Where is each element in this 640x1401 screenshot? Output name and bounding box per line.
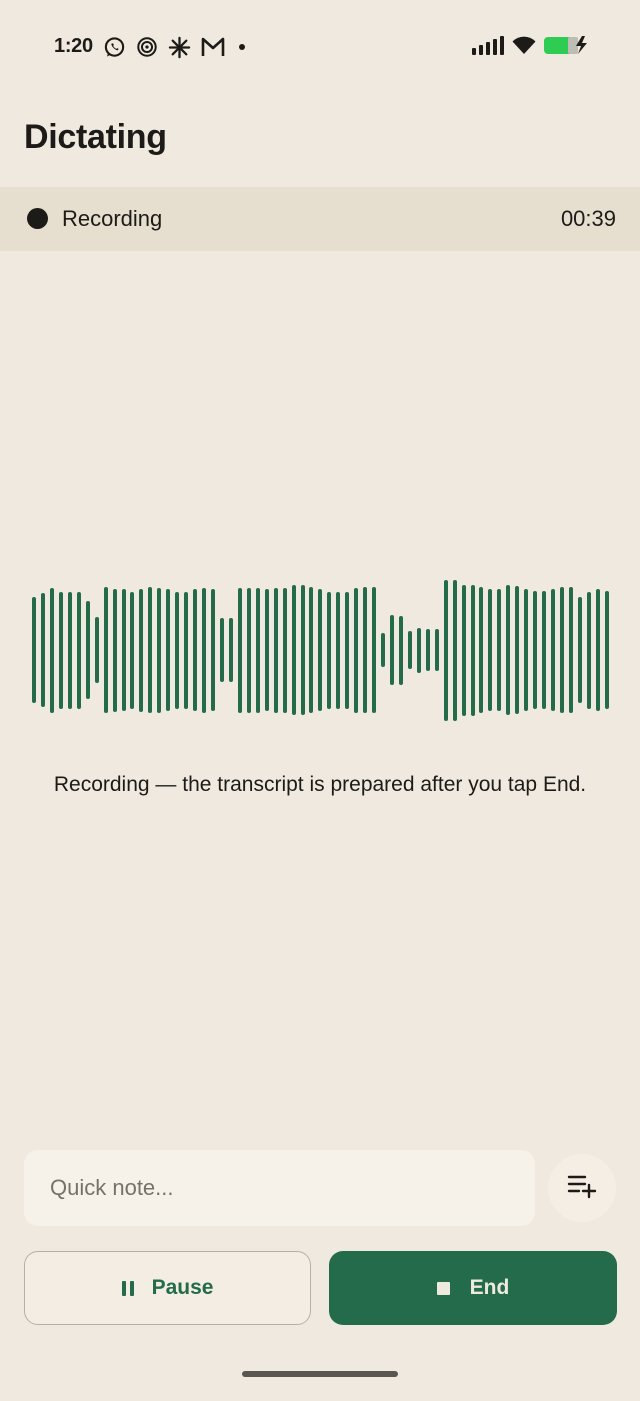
waveform-bar (157, 588, 161, 713)
waveform-bar (533, 591, 537, 709)
page-title: Dictating (24, 118, 167, 156)
waveform-bar (336, 592, 340, 709)
quick-note-container (24, 1150, 535, 1226)
waveform-bar (587, 592, 591, 709)
waveform-bar (381, 633, 385, 667)
waveform-bar (497, 589, 501, 711)
waveform-bar (363, 587, 367, 713)
waveform-bar (95, 617, 99, 683)
recording-dot-icon (27, 208, 48, 229)
waveform-bar (426, 629, 430, 671)
waveform-bar (59, 592, 63, 709)
end-label: End (469, 1276, 510, 1299)
quick-note-input[interactable] (24, 1150, 535, 1226)
waveform-bar (220, 618, 224, 682)
status-time: 1:20 (54, 35, 93, 57)
waveform-bar (130, 592, 134, 709)
waveform-bar (50, 588, 54, 713)
waveform-bar (462, 585, 466, 716)
waveform-bar (139, 589, 143, 712)
waveform-bar (471, 585, 475, 716)
waveform-bar (453, 580, 457, 721)
waveform-bar (444, 580, 448, 721)
add-note-button[interactable] (548, 1154, 616, 1222)
waveform-bar (327, 592, 331, 709)
waveform-bar (605, 591, 609, 709)
waveform-bar (265, 589, 269, 711)
asterisk-icon (168, 36, 191, 59)
dot-icon (235, 36, 249, 58)
waveform-bar (542, 591, 546, 709)
waveform-bar (256, 588, 260, 713)
battery-charging-icon (544, 35, 588, 60)
status-bar: 1:20 (0, 0, 640, 95)
waveform-bar (578, 597, 582, 703)
waveform-bar (390, 615, 394, 685)
waveform-bar (122, 589, 126, 711)
home-indicator[interactable] (242, 1371, 398, 1377)
waveform-bar (274, 588, 278, 713)
system-icons (472, 35, 588, 60)
waveform-bar (211, 589, 215, 711)
waveform-bar (354, 588, 358, 713)
waveform-bar (86, 601, 90, 699)
recording-caption: Recording — the transcript is prepared a… (53, 773, 587, 796)
waveform-bar (68, 592, 72, 709)
waveform-bar (399, 616, 403, 685)
waveform-bar (569, 587, 573, 713)
waveform-bar (551, 589, 555, 711)
waveform-bar (166, 589, 170, 711)
waveform-bar (408, 631, 412, 669)
waveform-bar (104, 587, 108, 713)
waveform-bar (417, 628, 421, 673)
waveform-bar (488, 589, 492, 711)
recording-status-bar: Recording 00:39 (0, 187, 640, 251)
waveform-bar (515, 586, 519, 714)
waveform-bar (229, 618, 233, 682)
waveform-bar (283, 588, 287, 713)
signal-icon (472, 35, 504, 60)
notification-icons (103, 35, 249, 59)
waveform-bar (560, 587, 564, 713)
waveform-bar (372, 587, 376, 713)
waveform-bar (435, 629, 439, 671)
playlist-add-icon (567, 1173, 597, 1204)
waveform-bar (479, 587, 483, 713)
waveform-bar (292, 585, 296, 715)
stop-icon (436, 1281, 450, 1295)
waveform-bar (238, 588, 242, 713)
waveform-bar (41, 593, 45, 707)
gmail-icon (201, 36, 225, 58)
waveform-bar (193, 589, 197, 711)
waveform-bar (148, 587, 152, 713)
waveform-bar (202, 588, 206, 713)
waveform-bar (524, 589, 528, 711)
waveform-bar (77, 592, 81, 709)
end-button[interactable]: End (329, 1251, 617, 1325)
wifi-icon (512, 35, 536, 60)
whatsapp-icon (103, 36, 126, 59)
recording-timer: 00:39 (560, 206, 616, 231)
waveform-bar (345, 592, 349, 709)
audio-waveform (0, 570, 640, 730)
waveform-bar (32, 597, 36, 703)
waveform-bar (596, 589, 600, 711)
waveform-bar (184, 592, 188, 709)
waveform-bar (318, 589, 322, 711)
waveform-bar (175, 592, 179, 709)
waveform-bar (113, 589, 117, 712)
spiral-icon (136, 36, 158, 58)
waveform-bar (247, 588, 251, 713)
waveform-bar (506, 585, 510, 715)
waveform-bar (309, 587, 313, 713)
pause-label: Pause (151, 1276, 214, 1299)
waveform-bar (301, 585, 305, 715)
recording-label: Recording (62, 206, 163, 231)
pause-button[interactable]: Pause (24, 1251, 311, 1325)
pause-icon (121, 1280, 134, 1296)
